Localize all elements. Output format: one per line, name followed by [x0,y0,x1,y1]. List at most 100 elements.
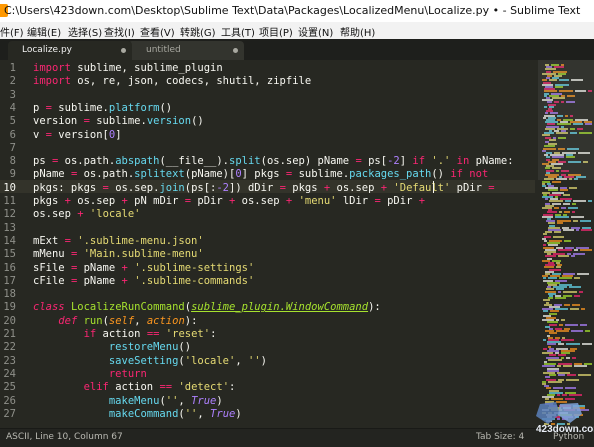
minimap-stroke [574,277,580,280]
minimap-stroke [572,303,580,306]
minimap-stroke [576,229,579,231]
minimap-stroke [574,248,578,251]
minimap-stroke [549,323,557,326]
status-bar: ASCII, Line 10, Column 67 Tab Size: 4 Py… [0,428,594,447]
code-line[interactable]: elif action == 'detect': [33,381,236,393]
line-number: 7 [9,141,16,154]
line-number: 22 [3,341,16,354]
code-line[interactable]: return [33,368,147,380]
menu-file[interactable]: 件(F) [0,24,24,39]
code-line[interactable]: class LocalizeRunCommand(sublime_plugin.… [33,301,381,313]
minimap-stroke [549,374,556,377]
line-number: 9 [9,168,16,181]
minimap-stroke [581,308,585,311]
menu-project[interactable]: 项目(P) [259,24,293,39]
tab-untitled[interactable]: untitled [128,41,244,60]
minimap-stroke [581,229,592,231]
code-line[interactable]: pName = os.path.splitext(pName)[0] pkgs … [33,168,488,180]
code-line[interactable]: cFile = pName + '.sublime-commands' [33,275,254,287]
minimap-stroke [563,193,570,196]
code-line[interactable]: ps = os.path.abspath(__file__).split(os.… [33,155,514,167]
code-line[interactable]: import os, re, json, codecs, shutil, zip… [33,75,311,87]
minimap-stroke [555,297,566,300]
minimap-stroke [569,187,577,190]
minimap-stroke [556,400,567,403]
minimap-stroke [561,319,565,322]
minimap-stroke [557,394,560,396]
minimap-stroke [543,339,546,341]
code-line[interactable]: import sublime, sublime_plugin [33,62,223,74]
menu-edit[interactable]: 编辑(E) [27,24,61,39]
line-number: 3 [9,88,16,101]
line-number: 27 [3,407,16,420]
text-cursor [433,181,434,193]
code-line[interactable]: if action == 'reset': [33,328,217,340]
line-number: 12 [3,208,16,221]
minimap-stroke [549,332,557,335]
minimap-stroke [545,198,548,201]
minimap-stroke [566,343,580,346]
code-line[interactable]: def run(self, action): [33,315,197,327]
minimap-stroke [558,343,564,346]
minimap-stroke [566,356,570,359]
line-number: 15 [3,248,16,261]
menu-bar: 件(F) 编辑(E) 选择(S) 查找(I) 查看(V) 转跳(G) 工具(T)… [0,22,594,40]
line-number: 18 [3,288,16,301]
minimap-stroke [580,220,591,223]
minimap-stroke [588,200,592,203]
minimap-stroke [557,422,565,425]
line-number: 13 [3,221,16,234]
minimap-stroke [562,418,568,421]
minimap-viewport[interactable] [538,60,594,180]
tab-localize-py[interactable]: Localize.py [8,41,132,60]
code-line[interactable]: makeMenu('', True) [33,395,223,407]
code-line[interactable]: p = sublime.platform() [33,102,172,114]
code-line[interactable]: pkgs: pkgs = os.sep.join(ps[:-2]) dDir =… [33,182,495,194]
minimap-stroke [562,394,567,396]
minimap-stroke [556,330,569,333]
modified-dot-icon[interactable] [233,48,238,53]
minimap-stroke [575,416,579,418]
line-number: 17 [3,274,16,287]
line-number-gutter: 1 2 3 4 5 6 7 8 9 10 11 12 13 14 15 16 17 18 19 20 21 22 23 24 2… [0,60,22,428]
minimap-stroke [570,308,579,311]
tab-label: Localize.py [22,45,72,55]
menu-preferences[interactable]: 设置(N) [298,24,333,39]
minimap-stroke [585,330,590,333]
line-number: 26 [3,394,16,407]
menu-help[interactable]: 帮助(H) [340,24,375,39]
minimap-stroke [580,248,592,251]
minimap-stroke [558,290,561,293]
line-number: 16 [3,261,16,274]
status-tab-size[interactable]: Tab Size: 4 [476,432,524,442]
code-line[interactable]: pkgs + os.sep + pN mDir = pDir + os.sep … [33,195,425,207]
code-editor[interactable]: 1 2 3 4 5 6 7 8 9 10 11 12 13 14 15 16 17 18 19 20 21 22 23 24 2… [0,60,594,428]
code-line[interactable]: os.sep + 'locale' [33,208,141,220]
code-line[interactable]: restoreMenu() [33,341,191,353]
menu-view[interactable]: 查看(V) [140,24,175,39]
menu-tools[interactable]: 工具(T) [221,24,255,39]
menu-selection[interactable]: 选择(S) [68,24,102,39]
code-line[interactable]: saveSetting('locale', '') [33,355,267,367]
minimap-stroke [571,215,584,218]
menu-find[interactable]: 查找(I) [104,24,135,39]
code-line[interactable]: mMenu = 'Main.sublime-menu' [33,248,204,260]
status-syntax[interactable]: Python [553,432,584,442]
code-line[interactable]: makeCommand('', True) [33,408,242,420]
minimap-stroke [568,207,578,209]
minimap-stroke [571,255,575,258]
window-title: C:\Users\423down.com\Desktop\Sublime Tex… [4,4,581,17]
code-line[interactable]: mExt = '.sublime-menu.json' [33,235,204,247]
minimap-stroke [551,422,555,425]
code-line[interactable]: sFile = pName + '.sublime-settings' [33,262,254,274]
code-line[interactable]: version = sublime.version() [33,115,204,127]
menu-goto[interactable]: 转跳(G) [180,24,216,39]
line-number: 23 [3,354,16,367]
minimap-stroke [566,378,579,381]
minimap-stroke [567,422,570,425]
code-line[interactable]: v = version[0] [33,129,122,141]
line-number: 6 [9,128,16,141]
code-area[interactable]: import sublime, sublime_plugin import os,… [33,60,538,428]
modified-dot-icon[interactable] [121,48,126,53]
minimap-stroke [577,409,589,412]
